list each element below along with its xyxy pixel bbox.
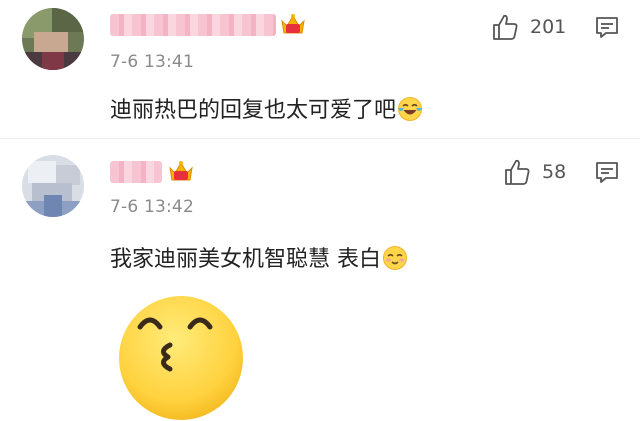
like-button[interactable]: 58	[502, 157, 566, 187]
comment-text-content: 迪丽热巴的回复也太可爱了吧	[110, 98, 397, 123]
username-blurred[interactable]	[110, 161, 162, 183]
comment-timestamp: 7-6 13:42	[110, 197, 194, 217]
comment-text: 我家迪丽美女机智聪慧 表白	[110, 241, 408, 273]
laughing-crying-emoji-icon	[398, 97, 423, 121]
avatar[interactable]	[22, 8, 84, 70]
vip-crown-icon	[169, 161, 193, 181]
comment-item: 7-6 13:42 我家迪丽美女机智聪慧 表白 58	[0, 141, 640, 406]
comment-text: 迪丽热巴的回复也太可爱了吧	[110, 92, 423, 124]
kissing-face-emoji-icon	[119, 296, 243, 420]
thumbs-up-icon	[505, 159, 530, 185]
comment-text-content: 我家迪丽美女机智聪慧 表白	[110, 247, 381, 272]
comment-item: 7-6 13:41 迪丽热巴的回复也太可爱了吧 201	[0, 0, 640, 140]
username-blurred[interactable]	[110, 14, 276, 36]
thumbs-up-icon	[493, 14, 518, 40]
like-button[interactable]: 201	[490, 12, 566, 42]
reply-comment-icon[interactable]	[594, 159, 620, 185]
like-count: 58	[542, 161, 567, 183]
comment-divider	[0, 138, 640, 139]
avatar[interactable]	[22, 155, 84, 217]
like-count: 201	[530, 16, 567, 38]
comment-timestamp: 7-6 13:41	[110, 52, 194, 72]
vip-crown-icon	[281, 14, 305, 34]
reply-comment-icon[interactable]	[594, 14, 620, 40]
blushing-smile-emoji-icon	[383, 246, 407, 270]
